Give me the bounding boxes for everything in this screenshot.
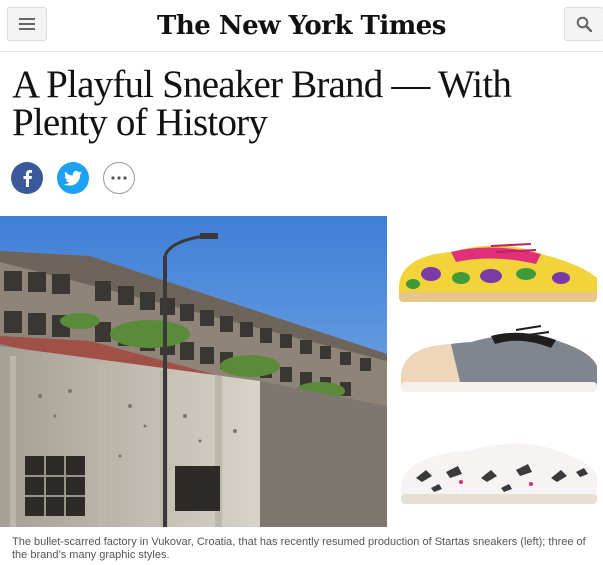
more-share-button[interactable] <box>103 162 135 194</box>
facebook-share-button[interactable] <box>11 162 43 194</box>
twitter-icon <box>64 170 82 186</box>
facebook-icon <box>23 170 32 187</box>
sneakers-photo <box>391 216 603 527</box>
sneaker-white-printed <box>401 443 597 504</box>
search-icon <box>576 16 592 32</box>
article-headline: A Playful Sneaker Brand — With Plenty of… <box>12 63 512 144</box>
twitter-share-button[interactable] <box>57 162 89 194</box>
sneaker-beige-gray <box>401 325 597 392</box>
photo-caption: The bullet-scarred factory in Vukovar, C… <box>12 536 586 561</box>
search-button[interactable] <box>564 7 603 41</box>
sneaker-yellow-floral <box>399 243 597 302</box>
factory-photo <box>0 216 387 527</box>
top-bar: The New York Times <box>0 0 603 52</box>
masthead-logo[interactable]: The New York Times <box>0 6 603 46</box>
more-dots-icon <box>111 176 127 180</box>
